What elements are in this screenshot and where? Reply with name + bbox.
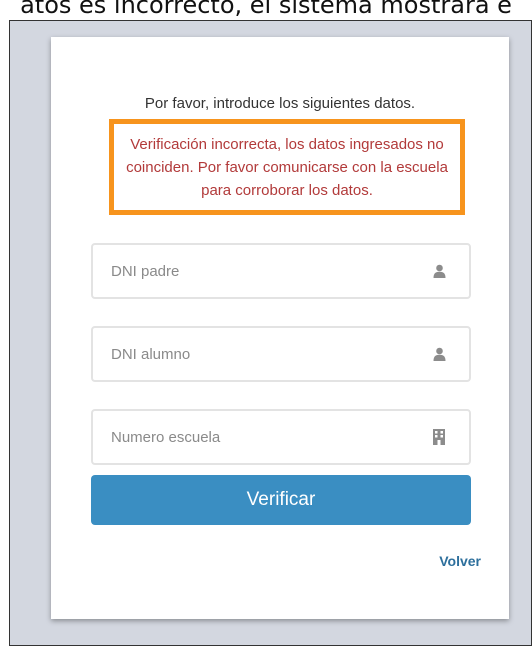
intro-text: Por favor, introduce los siguientes dato… — [144, 95, 416, 112]
numero-escuela-input[interactable] — [93, 411, 413, 463]
verify-button[interactable]: Verificar — [91, 475, 471, 525]
dni-alumno-field[interactable] — [91, 326, 471, 382]
error-message: Verificación incorrecta, los datos ingre… — [126, 136, 448, 199]
error-alert: Verificación incorrecta, los datos ingre… — [109, 119, 465, 215]
screenshot-frame: Por favor, introduce los siguientes dato… — [9, 20, 532, 646]
dni-padre-input[interactable] — [93, 245, 413, 297]
numero-escuela-field[interactable] — [91, 409, 471, 465]
back-link[interactable]: Volver — [439, 553, 481, 569]
user-icon — [431, 346, 447, 362]
document-caption: atos es incorrecto, el sistema mostrará … — [20, 0, 512, 19]
dni-alumno-input[interactable] — [93, 328, 413, 380]
verification-card: Por favor, introduce los siguientes dato… — [51, 37, 509, 619]
dni-padre-field[interactable] — [91, 243, 471, 299]
user-icon — [431, 263, 447, 279]
building-icon — [431, 429, 447, 445]
